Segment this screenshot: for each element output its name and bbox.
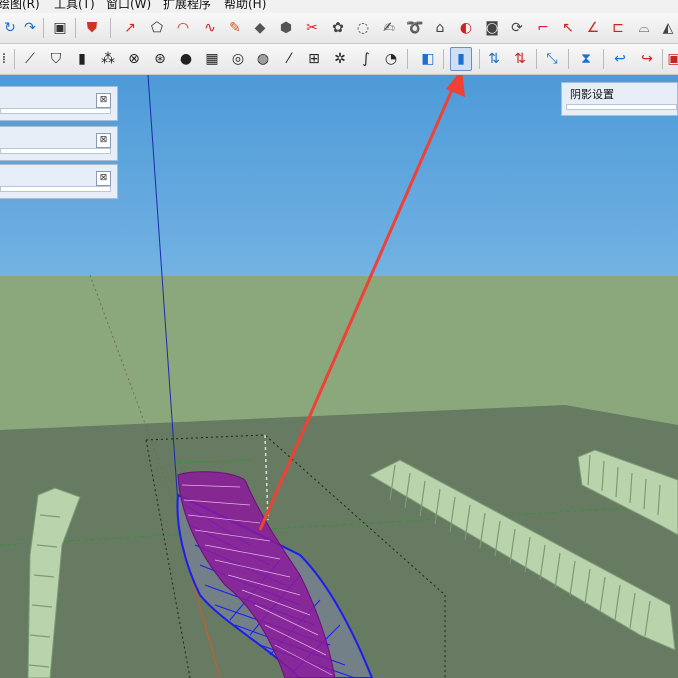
path-icon[interactable]: ⌐ bbox=[533, 18, 553, 38]
close-icon[interactable]: ⊠ bbox=[96, 133, 111, 148]
toolbar-separator bbox=[407, 49, 408, 69]
toolbar-separator bbox=[110, 18, 111, 38]
diagonal-icon[interactable]: ⤡ bbox=[542, 49, 562, 69]
toolbar-separator bbox=[443, 49, 444, 69]
flatten-icon[interactable]: ⌓ bbox=[634, 18, 654, 38]
spiral-icon[interactable]: ◔ bbox=[381, 49, 401, 69]
menu-window[interactable]: 窗口(W) bbox=[106, 0, 151, 11]
water-icon[interactable]: ● bbox=[176, 49, 196, 69]
toolbar-separator bbox=[603, 49, 604, 69]
feather-icon[interactable]: ⟋ bbox=[20, 49, 40, 69]
shadow-settings-panel[interactable]: 阴影设置 bbox=[561, 82, 678, 116]
loft-icon[interactable]: ⌂ bbox=[430, 18, 450, 38]
tray-panel-2: ⊠ bbox=[0, 126, 118, 161]
fourcircles-icon[interactable]: ⊞ bbox=[304, 49, 324, 69]
tool-icon[interactable]: ◍ bbox=[253, 49, 273, 69]
menu-draw[interactable]: 绘图(R) bbox=[0, 0, 40, 11]
rotate-cw-icon[interactable]: ↻ bbox=[0, 18, 20, 38]
arrows-updown-icon[interactable]: ⇅ bbox=[484, 49, 504, 69]
toolbar-separator bbox=[662, 49, 663, 69]
shape-icon[interactable]: ⬢ bbox=[276, 18, 296, 38]
redo-icon[interactable]: ↷ bbox=[20, 18, 40, 38]
shield-icon[interactable]: ⛉ bbox=[46, 49, 66, 69]
shadow-panel-bar bbox=[566, 104, 677, 110]
sweep-icon[interactable]: ⁞ bbox=[0, 49, 14, 69]
menu-tools[interactable]: 工具(T) bbox=[54, 0, 95, 11]
paint-icon[interactable]: ✎ bbox=[225, 18, 245, 38]
gear-icon[interactable]: ✲ bbox=[330, 49, 350, 69]
slash-icon[interactable]: ⁄ bbox=[279, 49, 299, 69]
toolbar-separator bbox=[14, 49, 15, 69]
toolbar-row-2: ⁞ ⟋ ⛉ ▮ ⁂ ⊗ ⊛ ● ▦ ◎ ◍ ⁄ ⊞ ✲ ∫ ◔ ◧ ▮ ⇅ ⇅ … bbox=[0, 44, 678, 75]
close-icon[interactable]: ⊠ bbox=[96, 93, 111, 108]
menu-help[interactable]: 帮助(H) bbox=[224, 0, 266, 11]
hourglass-icon[interactable]: ⧗ bbox=[576, 49, 596, 69]
angle-icon[interactable]: ∠ bbox=[583, 18, 603, 38]
cube-red-icon[interactable]: ▣ bbox=[664, 49, 678, 69]
toolbar-separator bbox=[536, 49, 537, 69]
shadow-settings-title: 阴影设置 bbox=[570, 88, 614, 101]
spin-icon[interactable]: ⊛ bbox=[150, 49, 170, 69]
polygon-icon[interactable]: ⬠ bbox=[147, 18, 167, 38]
cube-icon[interactable]: ▣ bbox=[50, 18, 70, 38]
toolbar-separator bbox=[75, 18, 76, 38]
toolbar-separator bbox=[479, 49, 480, 69]
spline-icon[interactable]: ∿ bbox=[200, 18, 220, 38]
cube-color-icon[interactable]: ◧ bbox=[418, 49, 438, 69]
view-icon[interactable]: ◭ bbox=[658, 18, 678, 38]
rounded-icon[interactable]: ◌ bbox=[353, 18, 373, 38]
chain-icon[interactable]: ⊗ bbox=[124, 49, 144, 69]
shell-icon[interactable]: ✿ bbox=[328, 18, 348, 38]
tray-bar bbox=[0, 186, 111, 192]
toolbar-separator bbox=[568, 49, 569, 69]
wave-icon[interactable]: ∫ bbox=[356, 49, 376, 69]
cube-blue-icon[interactable]: ▮ bbox=[450, 47, 472, 71]
curve-icon[interactable]: ➰ bbox=[405, 18, 425, 38]
tray-panel-1: ⊠ bbox=[0, 86, 118, 121]
arc-corner-icon[interactable]: ↖ bbox=[558, 18, 578, 38]
menu-bar: 绘图(R) 工具(T) 窗口(W) 扩展程序 帮助(H) bbox=[0, 0, 678, 13]
arrows-red-icon[interactable]: ⇅ bbox=[510, 49, 530, 69]
tray-bar bbox=[0, 148, 111, 154]
tray-bar bbox=[0, 108, 111, 114]
lathe-icon[interactable]: ⟳ bbox=[507, 18, 527, 38]
target-icon[interactable]: ◎ bbox=[228, 49, 248, 69]
close-icon[interactable]: ⊠ bbox=[96, 171, 111, 186]
freehand-icon[interactable]: ✍ bbox=[379, 18, 399, 38]
arc-icon[interactable]: ◠ bbox=[173, 18, 193, 38]
curve-red-icon[interactable]: ↪ bbox=[637, 49, 657, 69]
dimension-icon[interactable]: ↗ bbox=[120, 18, 140, 38]
scissors-icon[interactable]: ✂ bbox=[302, 18, 322, 38]
extrude-icon[interactable]: ◙ bbox=[482, 18, 502, 38]
line-icon[interactable]: ⊏ bbox=[608, 18, 628, 38]
grid-icon[interactable]: ▦ bbox=[202, 49, 222, 69]
shield-red-icon[interactable]: ⛊ bbox=[82, 18, 102, 38]
box-icon[interactable]: ◆ bbox=[250, 18, 270, 38]
toolbar-separator bbox=[43, 18, 44, 38]
sphere-icon[interactable]: ◐ bbox=[456, 18, 476, 38]
hook-icon[interactable]: ↩ bbox=[610, 49, 630, 69]
model-viewport[interactable]: ⊠ ⊠ ⊠ bbox=[0, 75, 678, 678]
panel-icon[interactable]: ▮ bbox=[72, 49, 92, 69]
menu-extensions[interactable]: 扩展程序 bbox=[163, 0, 211, 11]
toolbar-row-1: ↻ ↷ ▣ ⛊ ↗ ⬠ ◠ ∿ ✎ ◆ ⬢ ✂ ✿ ◌ ✍ ➰ ⌂ ◐ ◙ ⟳ … bbox=[0, 13, 678, 44]
link-icon[interactable]: ⁂ bbox=[98, 49, 118, 69]
tray-panel-3: ⊠ bbox=[0, 164, 118, 199]
